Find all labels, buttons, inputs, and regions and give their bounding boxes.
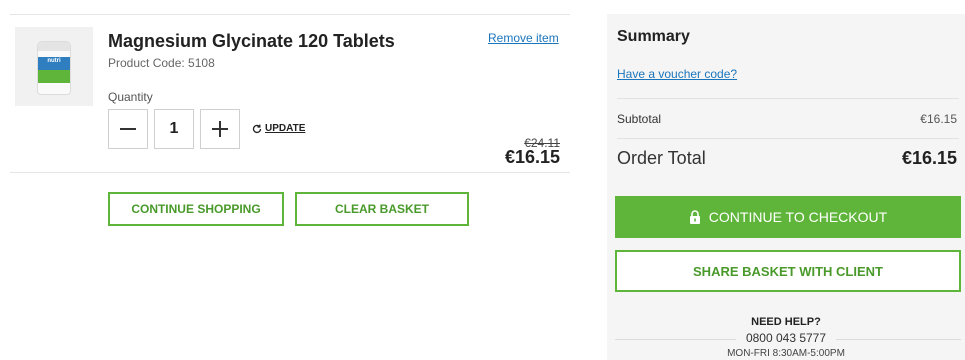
remove-item-link[interactable]: Remove item bbox=[488, 31, 559, 45]
order-total-value: €16.15 bbox=[901, 148, 957, 168]
clear-basket-button[interactable]: CLEAR BASKET bbox=[295, 192, 469, 226]
plus-icon bbox=[212, 121, 228, 137]
help-phone-number[interactable]: 0800 043 5777 bbox=[736, 331, 836, 345]
divider bbox=[617, 98, 959, 99]
divider bbox=[10, 172, 570, 173]
basket-panel: nutri Magnesium Glycinate 120 Tablets Pr… bbox=[10, 0, 570, 360]
quantity-input[interactable]: 1 bbox=[154, 109, 194, 149]
update-label: UPDATE bbox=[265, 123, 306, 134]
subtotal-value: €16.15 bbox=[920, 112, 957, 126]
bottle-brand-logo: nutri bbox=[47, 58, 61, 64]
refresh-icon bbox=[252, 124, 262, 133]
quantity-label: Quantity bbox=[108, 90, 153, 104]
share-basket-button[interactable]: SHARE BASKET WITH CLIENT bbox=[615, 250, 961, 292]
minus-icon bbox=[120, 128, 136, 130]
divider bbox=[617, 138, 959, 139]
voucher-code-link[interactable]: Have a voucher code? bbox=[617, 67, 737, 81]
sale-price: €16.15 bbox=[504, 147, 560, 167]
lock-icon bbox=[689, 210, 700, 224]
continue-to-checkout-button[interactable]: CONTINUE TO CHECKOUT bbox=[615, 196, 961, 238]
quantity-increase-button[interactable] bbox=[200, 109, 240, 149]
summary-title: Summary bbox=[617, 28, 690, 45]
continue-shopping-button[interactable]: CONTINUE SHOPPING bbox=[108, 192, 284, 226]
product-title[interactable]: Magnesium Glycinate 120 Tablets bbox=[108, 31, 395, 52]
product-thumbnail[interactable]: nutri bbox=[15, 27, 93, 106]
quantity-decrease-button[interactable] bbox=[108, 109, 148, 149]
help-opening-hours: MON-FRI 8:30AM-5:00PM bbox=[727, 348, 845, 359]
bottle-image: nutri bbox=[37, 41, 71, 95]
update-button[interactable]: UPDATE bbox=[252, 123, 305, 134]
divider bbox=[10, 14, 570, 15]
order-total-label: Order Total bbox=[617, 148, 706, 168]
checkout-label: CONTINUE TO CHECKOUT bbox=[708, 209, 888, 225]
product-code: Product Code: 5108 bbox=[108, 56, 215, 70]
need-help-heading: NEED HELP? bbox=[751, 316, 821, 328]
subtotal-label: Subtotal bbox=[617, 112, 662, 126]
order-summary-panel: Summary Have a voucher code? Subtotal €1… bbox=[607, 14, 965, 360]
